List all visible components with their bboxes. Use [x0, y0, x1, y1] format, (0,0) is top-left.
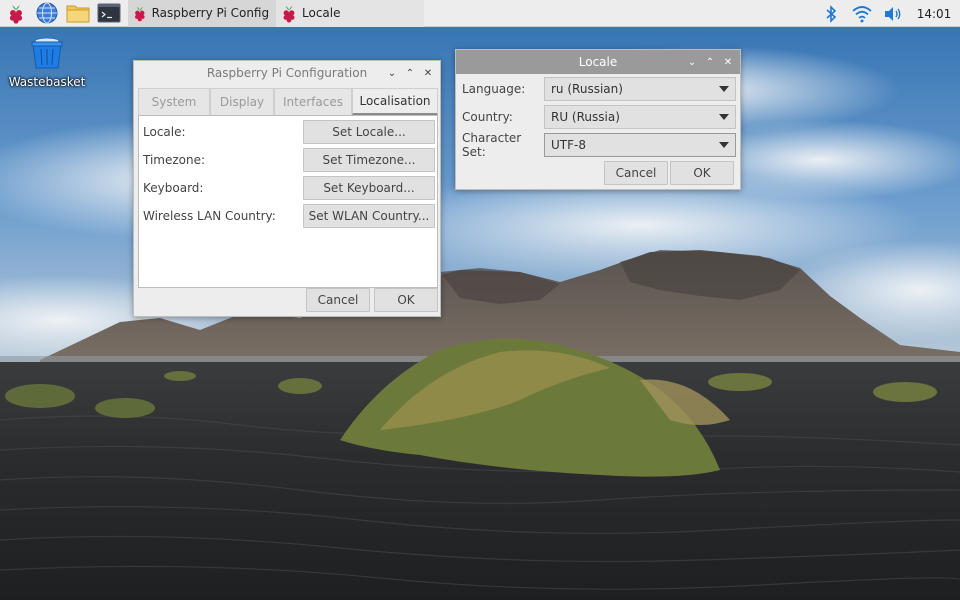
set-locale-button[interactable]: Set Locale... [303, 120, 435, 144]
timezone-row: Timezone: Set Timezone... [143, 148, 435, 172]
locale-cancel-button[interactable]: Cancel [604, 161, 668, 185]
task-label: Raspberry Pi Configu... [151, 6, 270, 20]
desktop-wastebasket[interactable]: Wastebasket [8, 34, 86, 89]
wifi-button[interactable] [846, 0, 877, 27]
character-set-select[interactable]: UTF-8 [544, 133, 736, 157]
bluetooth-icon [825, 4, 836, 23]
maximize-icon[interactable]: ⌃ [402, 65, 418, 81]
tab-localisation[interactable]: Localisation [352, 88, 438, 115]
terminal-icon [97, 3, 120, 23]
system-tray: 14:01 [815, 0, 960, 27]
wlan-country-label: Wireless LAN Country: [143, 209, 276, 223]
keyboard-row: Keyboard: Set Keyboard... [143, 176, 435, 200]
language-row: Language: ru (Russian) [462, 77, 736, 101]
dropdown-arrow-icon [719, 86, 729, 92]
close-icon[interactable]: ✕ [420, 65, 436, 81]
locale-dialog: Locale ⌄ ⌃ ✕ Language: ru (Russian) Coun… [455, 49, 741, 190]
country-select[interactable]: RU (Russia) [544, 105, 736, 129]
character-set-label: Character Set: [462, 131, 522, 159]
config-window-title: Raspberry Pi Configuration [206, 66, 368, 80]
tab-display[interactable]: Display [210, 88, 274, 115]
locale-label: Locale: [143, 125, 186, 139]
character-set-value: UTF-8 [551, 138, 586, 152]
task-locale[interactable]: Locale [276, 0, 424, 27]
volume-icon [884, 6, 900, 21]
keyboard-label: Keyboard: [143, 181, 204, 195]
terminal-button[interactable] [93, 0, 124, 27]
config-ok-button[interactable]: OK [374, 288, 438, 312]
wlan-country-row: Wireless LAN Country: Set WLAN Country..… [143, 204, 435, 228]
clock[interactable]: 14:01 [908, 7, 960, 21]
minimize-icon[interactable]: ⌄ [684, 54, 700, 70]
language-select[interactable]: ru (Russian) [544, 77, 736, 101]
wastebasket-icon [31, 37, 63, 69]
config-tabs: System Display Interfaces Localisation [138, 88, 438, 115]
config-cancel-button[interactable]: Cancel [306, 288, 370, 312]
country-value: RU (Russia) [551, 110, 620, 124]
raspberry-menu-button[interactable] [0, 0, 31, 27]
country-row: Country: RU (Russia) [462, 105, 736, 129]
maximize-icon[interactable]: ⌃ [702, 54, 718, 70]
bluetooth-button[interactable] [815, 0, 846, 27]
country-label: Country: [462, 110, 513, 124]
config-notebook: System Display Interfaces Localisation L… [138, 88, 438, 288]
config-titlebar[interactable]: Raspberry Pi Configuration ⌄ ⌃ ✕ [134, 61, 440, 85]
timezone-label: Timezone: [143, 153, 206, 167]
dropdown-arrow-icon [719, 114, 729, 120]
raspberry-menu-icon [9, 5, 22, 24]
file-manager-icon [66, 5, 89, 23]
dropdown-arrow-icon [719, 142, 729, 148]
web-browser-icon [36, 2, 57, 24]
character-set-row: Character Set: UTF-8 [462, 131, 736, 159]
wifi-icon [851, 5, 872, 22]
locale-row: Locale: Set Locale... [143, 120, 435, 144]
language-label: Language: [462, 82, 526, 96]
set-timezone-button[interactable]: Set Timezone... [303, 148, 435, 172]
tab-system[interactable]: System [138, 88, 210, 115]
task-label: Locale [302, 6, 341, 20]
raspberry-icon [283, 5, 295, 23]
language-value: ru (Russian) [551, 82, 623, 96]
raspberry-icon [135, 6, 145, 22]
taskbar: Raspberry Pi Configu... Locale [0, 0, 960, 27]
task-raspberry-pi-configuration[interactable]: Raspberry Pi Configu... [128, 0, 276, 27]
volume-button[interactable] [877, 0, 908, 27]
set-wlan-country-button[interactable]: Set WLAN Country... [303, 204, 435, 228]
tab-interfaces[interactable]: Interfaces [274, 88, 352, 115]
set-keyboard-button[interactable]: Set Keyboard... [303, 176, 435, 200]
minimize-icon[interactable]: ⌄ [384, 65, 400, 81]
raspberry-pi-configuration-window: Raspberry Pi Configuration ⌄ ⌃ ✕ System … [133, 60, 441, 317]
web-browser-button[interactable] [31, 0, 62, 27]
wastebasket-label: Wastebasket [8, 75, 86, 89]
locale-ok-button[interactable]: OK [670, 161, 734, 185]
close-icon[interactable]: ✕ [720, 54, 736, 70]
locale-titlebar[interactable]: Locale ⌄ ⌃ ✕ [456, 50, 740, 74]
file-manager-button[interactable] [62, 0, 93, 27]
locale-window-title: Locale [578, 55, 618, 69]
localisation-panel: Locale: Set Locale... Timezone: Set Time… [138, 115, 438, 288]
